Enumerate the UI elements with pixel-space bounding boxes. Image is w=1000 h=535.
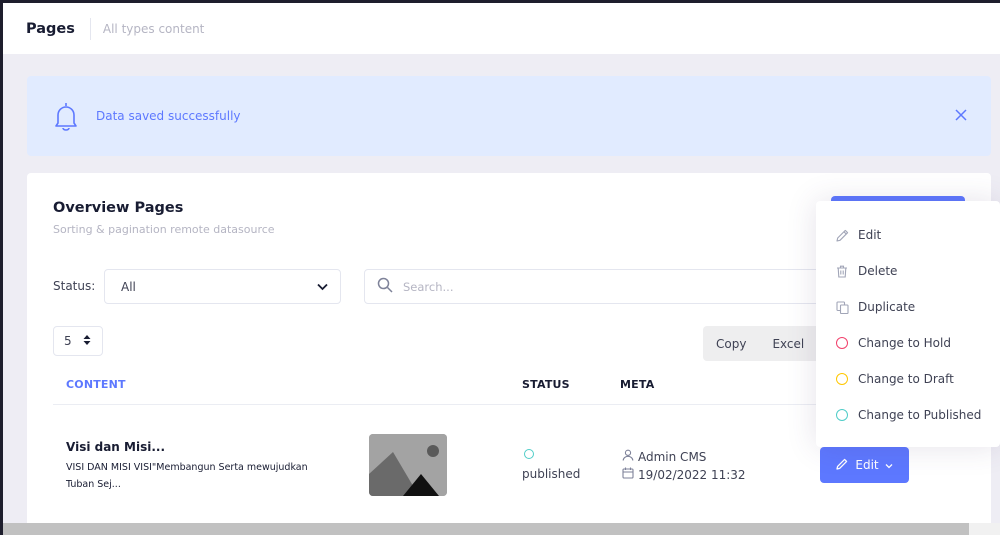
trash-icon	[835, 264, 849, 278]
row-actions-menu: Edit Delete Duplicate Change to Hold Cha…	[816, 201, 1000, 447]
calendar-icon	[622, 467, 638, 482]
copy-button[interactable]: Copy	[703, 337, 759, 351]
copy-icon	[835, 300, 849, 314]
page-size-select[interactable]: 5	[53, 326, 103, 356]
top-header: Pages All types content	[0, 0, 1000, 54]
row-date: 19/02/2022 11:32	[622, 467, 746, 482]
menu-item-label: Delete	[858, 264, 898, 278]
left-edge	[0, 54, 3, 535]
header-divider-line	[53, 404, 833, 405]
status-filter-label: Status:	[53, 279, 96, 293]
export-button-group: Copy Excel	[703, 326, 833, 361]
pencil-icon	[836, 458, 848, 473]
row-status: published	[522, 467, 581, 481]
menu-item-delete[interactable]: Delete	[816, 253, 1000, 289]
draft-circle-icon	[836, 373, 848, 385]
status-filter-value: All	[121, 279, 136, 294]
bell-icon	[52, 100, 80, 132]
status-filter-select[interactable]: All	[104, 269, 341, 304]
menu-item-label: Edit	[858, 228, 882, 242]
page-size-value: 5	[64, 334, 72, 348]
header-divider	[89, 17, 91, 40]
status-indicator	[524, 449, 534, 459]
menu-item-label: Change to Published	[858, 408, 982, 422]
chevron-down-icon	[885, 458, 893, 472]
search-icon	[377, 277, 393, 297]
published-circle-icon	[836, 409, 848, 421]
row-author: Admin CMS	[622, 449, 706, 464]
menu-item-edit[interactable]: Edit	[816, 217, 1000, 253]
menu-item-change-to-hold[interactable]: Change to Hold	[816, 325, 1000, 361]
author-name: Admin CMS	[638, 449, 707, 464]
chevron-down-icon	[317, 280, 328, 294]
menu-item-duplicate[interactable]: Duplicate	[816, 289, 1000, 325]
row-title[interactable]: Visi dan Misi...	[66, 440, 165, 454]
search-input[interactable]: Search...	[364, 269, 824, 304]
column-header-content[interactable]: CONTENT	[66, 378, 126, 391]
card-subtitle: Sorting & pagination remote datasource	[53, 223, 275, 236]
excel-button[interactable]: Excel	[759, 337, 817, 351]
menu-item-change-to-draft[interactable]: Change to Draft	[816, 361, 1000, 397]
column-header-status[interactable]: STATUS	[522, 378, 570, 391]
menu-item-change-to-published[interactable]: Change to Published	[816, 397, 1000, 433]
card-title: Overview Pages	[53, 200, 184, 216]
pencil-icon	[835, 228, 849, 242]
sort-arrows-icon	[83, 334, 91, 349]
hold-circle-icon	[836, 337, 848, 349]
success-alert: Data saved successfully	[27, 76, 991, 156]
menu-item-label: Change to Draft	[858, 372, 954, 386]
close-icon[interactable]	[953, 107, 969, 123]
search-placeholder: Search...	[403, 279, 454, 294]
page-title: Pages	[26, 20, 75, 37]
alert-message: Data saved successfully	[96, 109, 241, 123]
date-value: 19/02/2022 11:32	[638, 467, 746, 482]
menu-item-label: Duplicate	[858, 300, 916, 314]
row-description: VISI DAN MISI VISI"Membangun Serta mewuj…	[66, 462, 308, 490]
image-placeholder-icon	[369, 434, 447, 496]
edit-dropdown-button[interactable]: Edit	[820, 447, 909, 483]
user-icon	[622, 449, 638, 464]
column-header-meta[interactable]: META	[620, 378, 654, 391]
edit-button-label: Edit	[855, 458, 879, 472]
page-subtitle: All types content	[102, 21, 205, 36]
horizontal-scrollbar-thumb[interactable]	[3, 523, 969, 535]
menu-item-label: Change to Hold	[858, 336, 951, 350]
